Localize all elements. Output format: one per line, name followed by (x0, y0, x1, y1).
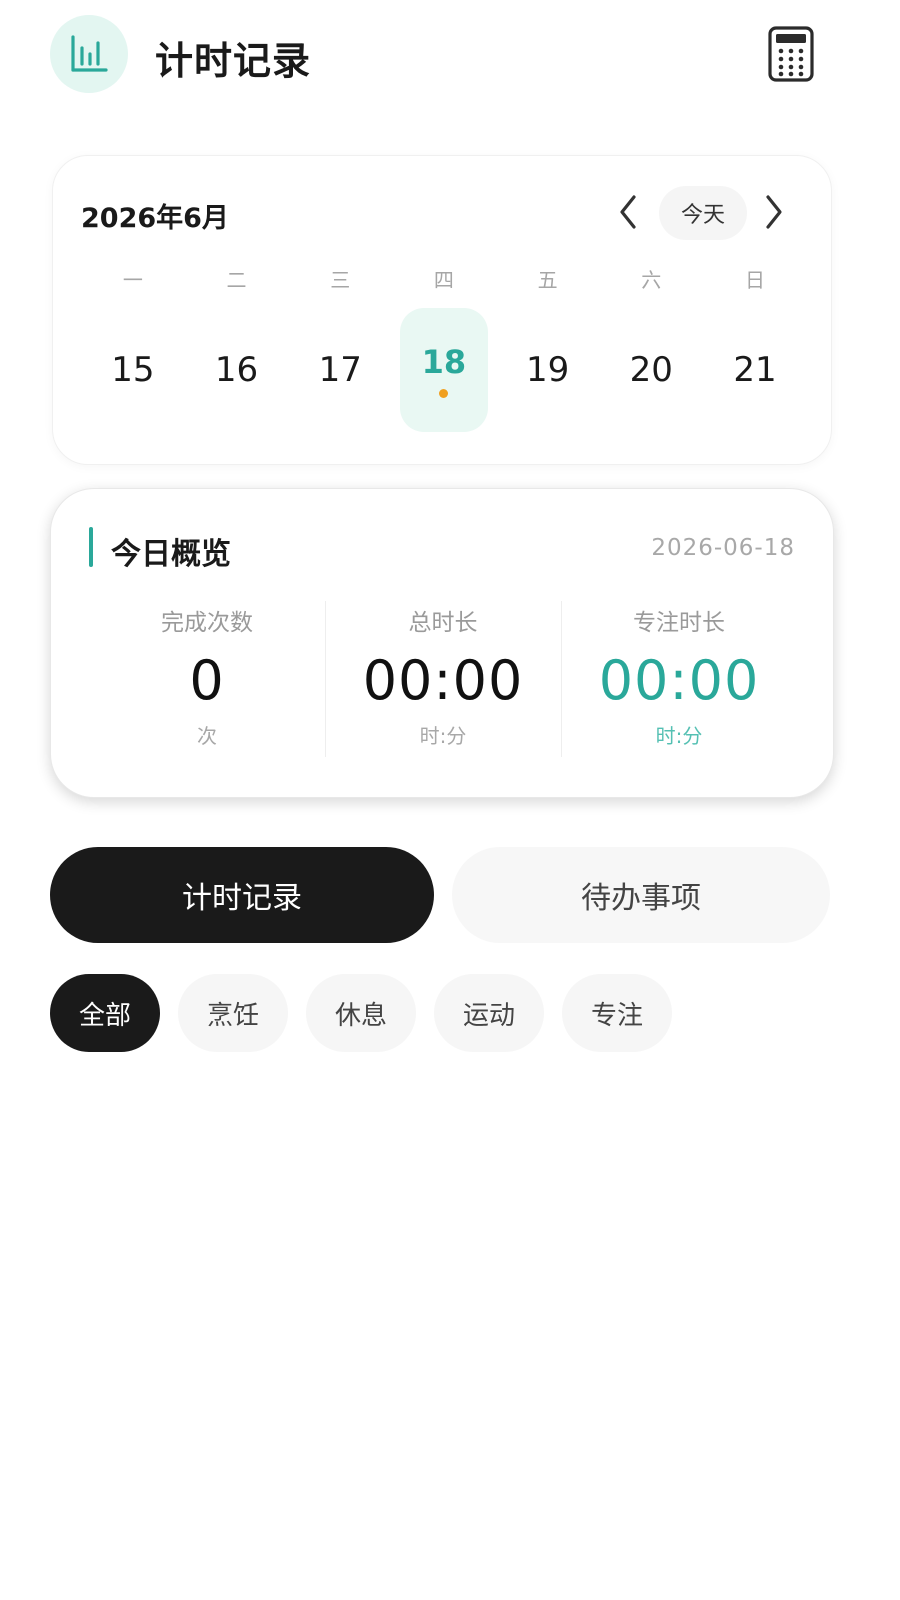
stat-completed-count: 完成次数 0 次 (89, 597, 325, 757)
overview-title: 今日概览 (111, 537, 231, 572)
weekday-label: 六 (641, 268, 662, 292)
calendar-day[interactable]: 16 (185, 308, 289, 432)
filter-chip-rest[interactable]: 休息 (306, 974, 416, 1052)
section-accent-bar (89, 527, 93, 567)
calendar-day[interactable]: 17 (288, 308, 392, 432)
stat-focus-duration: 专注时长 00:00 时:分 (561, 597, 797, 757)
chevron-left-icon (620, 195, 636, 229)
tab-todo-items[interactable]: 待办事项 (452, 847, 830, 943)
weekday-label: 日 (744, 268, 765, 292)
selected-day-box: 18 (399, 308, 488, 432)
calculator-icon (768, 26, 814, 82)
chevron-right-icon (766, 195, 782, 229)
weekday-label: 一 (122, 268, 143, 292)
filter-chip-cooking[interactable]: 烹饪 (178, 974, 288, 1052)
filter-chip-focus[interactable]: 专注 (562, 974, 672, 1052)
calculator-button[interactable] (768, 26, 814, 82)
weekday-label: 二 (226, 268, 247, 292)
calendar-day[interactable]: 21 (703, 308, 807, 432)
calendar-day[interactable]: 19 (496, 308, 600, 432)
today-overview-card: 今日概览 2026-06-18 完成次数 0 次 总时长 00:00 时:分 专… (50, 488, 834, 798)
stat-value: 00:00 (598, 649, 760, 712)
category-filter-bar: 全部 烹饪 休息 运动 专注 (50, 974, 690, 1052)
stat-label: 总时长 (408, 610, 478, 636)
record-indicator-dot (439, 388, 449, 398)
overview-stats: 完成次数 0 次 总时长 00:00 时:分 专注时长 00:00 时:分 (89, 597, 797, 757)
calendar-day[interactable]: 15 (81, 308, 185, 432)
stat-unit: 时:分 (419, 724, 467, 748)
overview-date: 2026-06-18 (651, 535, 795, 561)
calendar-day-selected[interactable]: 18 (392, 308, 496, 432)
tab-timer-records[interactable]: 计时记录 (50, 847, 434, 943)
stat-total-duration: 总时长 00:00 时:分 (325, 597, 561, 757)
app-header: 计时记录 (0, 0, 900, 110)
stat-unit: 次 (197, 724, 217, 748)
stat-label: 完成次数 (161, 610, 253, 636)
bar-chart-icon (71, 35, 108, 72)
selected-day-number: 18 (421, 342, 467, 381)
week-days-row: 15 16 17 18 19 20 21 (81, 308, 807, 432)
calendar-card: 2026年6月 今天 一 二 三 四 五 六 日 15 16 17 18 19 … (52, 155, 832, 465)
filter-chip-all[interactable]: 全部 (50, 974, 160, 1052)
today-button[interactable]: 今天 (659, 186, 747, 240)
weekday-header: 一 二 三 四 五 六 日 (81, 264, 807, 293)
page-title: 计时记录 (155, 39, 312, 83)
next-week-button[interactable] (759, 192, 789, 232)
stat-value: 00:00 (362, 649, 524, 712)
app-logo (50, 15, 128, 93)
stat-unit: 时:分 (655, 724, 703, 748)
weekday-label: 三 (330, 268, 351, 292)
calendar-month-label: 2026年6月 (81, 203, 229, 234)
weekday-label: 四 (433, 268, 454, 292)
previous-week-button[interactable] (613, 192, 643, 232)
stat-value: 0 (189, 649, 225, 712)
weekday-label: 五 (537, 268, 558, 292)
filter-chip-exercise[interactable]: 运动 (434, 974, 544, 1052)
calendar-day[interactable]: 20 (599, 308, 703, 432)
stat-label: 专注时长 (633, 610, 725, 636)
